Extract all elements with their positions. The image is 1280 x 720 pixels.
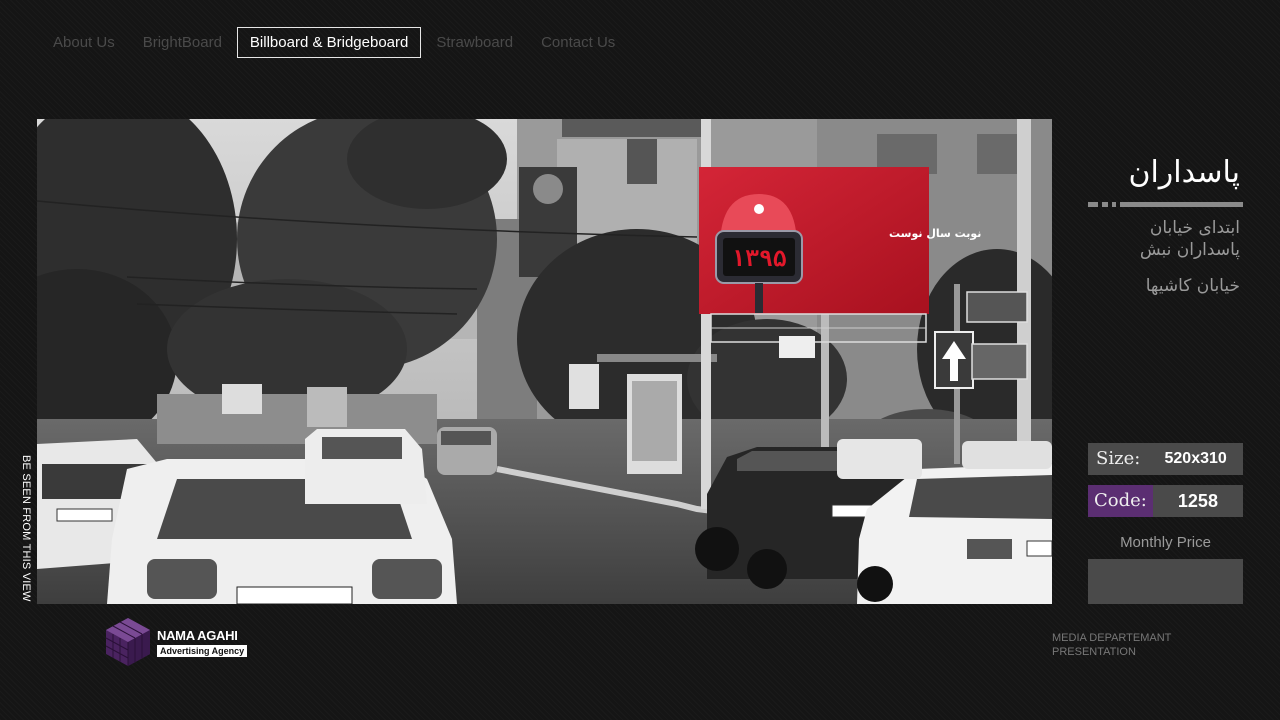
view-side-label-container: BE SEEN FROM THIS VIEW — [18, 455, 32, 605]
view-side-label: BE SEEN FROM THIS VIEW — [20, 455, 32, 602]
code-box: Code: 1258 — [1088, 485, 1243, 517]
location-address-line2: خیابان کاشیها — [1145, 276, 1240, 296]
dept-line1: MEDIA DEPARTEMANT — [1052, 632, 1172, 644]
size-label: Size: — [1096, 448, 1141, 469]
size-value: 520x310 — [1164, 450, 1227, 467]
monthly-price-label: Monthly Price — [1120, 534, 1211, 551]
location-title: پاسداران — [1128, 155, 1240, 190]
street-scene-image: ۱۳۹۵ نوبت سال نوست — [37, 119, 1052, 604]
billboard-counter: ۱۳۹۵ — [731, 246, 786, 272]
location-address-line1: ابتدای خیابان پاسداران نبش — [1139, 218, 1240, 260]
billboard-location-photo: ۱۳۹۵ نوبت سال نوست — [37, 119, 1052, 604]
title-divider — [1088, 202, 1243, 207]
code-value: 1258 — [1177, 490, 1218, 511]
code-label: Code: — [1088, 485, 1153, 517]
department-caption: MEDIA DEPARTEMANT PRESENTATION — [1052, 631, 1171, 659]
top-nav: About Us BrightBoard Billboard & Bridgeb… — [40, 27, 630, 58]
company-logo[interactable]: NAMA AGAHI Advertising Agency — [104, 616, 248, 668]
size-box: Size: 520x310 — [1088, 443, 1243, 475]
billboard-slogan: نوبت سال نوست — [889, 227, 981, 240]
dept-line2: PRESENTATION — [1052, 646, 1136, 658]
nav-brightboard[interactable]: BrightBoard — [130, 27, 235, 58]
nav-strawboard[interactable]: Strawboard — [423, 27, 526, 58]
info-panel: پاسداران ابتدای خیابان پاسداران نبش خیاب… — [1088, 155, 1243, 297]
cube-logo-icon — [105, 618, 150, 666]
nav-billboard-bridgeboard[interactable]: Billboard & Bridgeboard — [236, 27, 422, 58]
logo-name: NAMA AGAHI — [157, 627, 238, 643]
nav-contact-us[interactable]: Contact Us — [528, 27, 628, 58]
monthly-price-value — [1088, 559, 1243, 604]
logo-subtitle: Advertising Agency — [157, 644, 248, 657]
nav-about-us[interactable]: About Us — [40, 27, 128, 58]
